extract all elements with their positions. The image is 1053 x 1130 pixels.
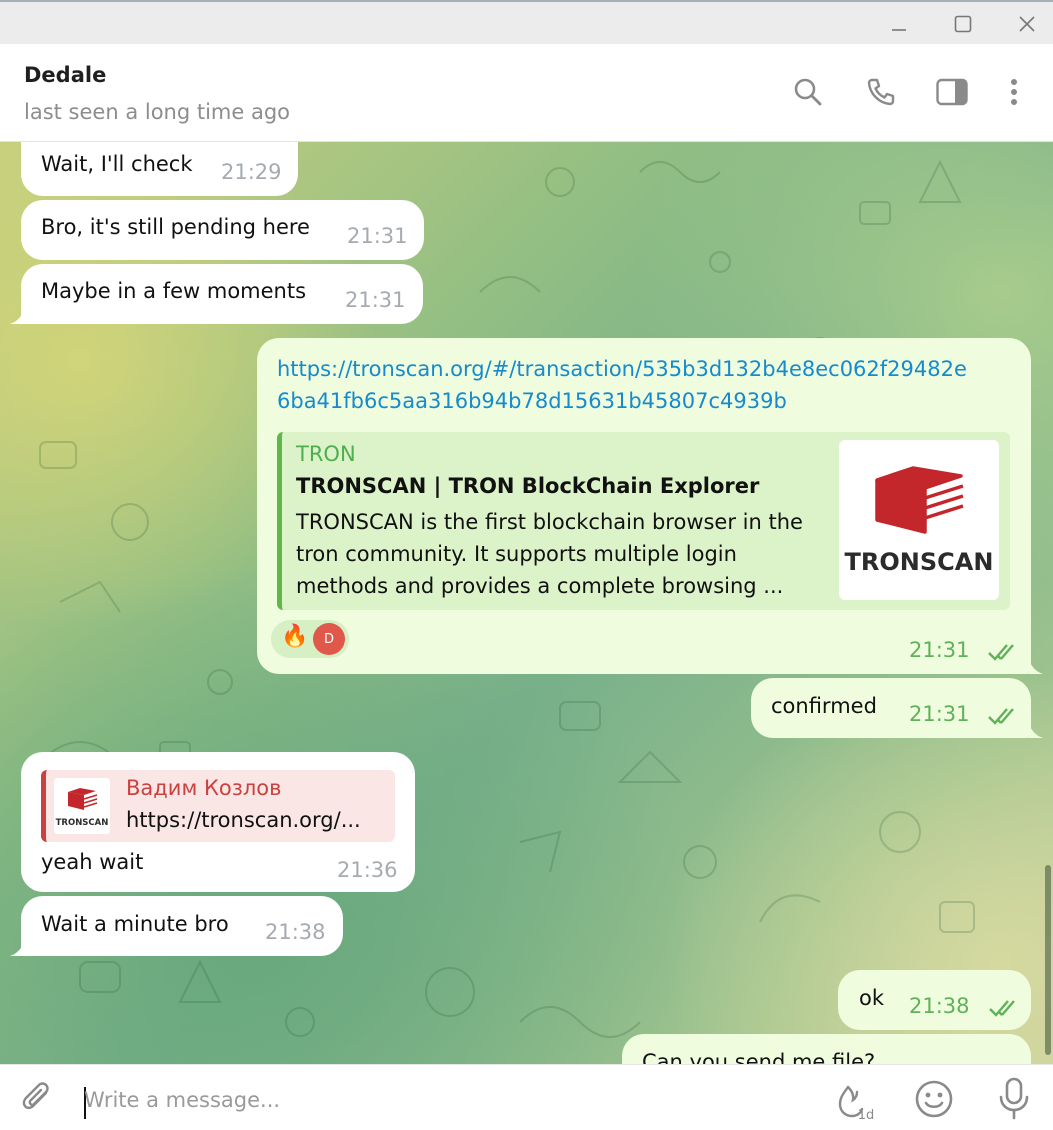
message-input[interactable] bbox=[84, 1083, 784, 1117]
bubble-tail bbox=[1029, 660, 1043, 674]
message-text: confirmed bbox=[771, 694, 877, 718]
link-preview-site: TRON bbox=[296, 442, 356, 466]
message-bubble-incoming[interactable]: Wait a minute bro 21:38 bbox=[21, 896, 343, 956]
message-text: Bro, it's still pending here bbox=[41, 215, 310, 239]
link-preview-card[interactable]: TRON TRONSCAN | TRON BlockChain Explorer… bbox=[277, 432, 1010, 610]
bubble-tail bbox=[1029, 724, 1043, 738]
message-text: yeah wait bbox=[41, 850, 144, 874]
search-icon[interactable] bbox=[788, 72, 828, 112]
sidebar-icon[interactable] bbox=[932, 72, 972, 112]
tronscan-logo-thumbnail[interactable]: TRONSCAN bbox=[839, 440, 999, 600]
message-bubble-incoming[interactable]: Wait, I'll check 21:29 bbox=[21, 142, 298, 196]
message-bubble-outgoing-link[interactable]: https://tronscan.org/#/transaction/535b3… bbox=[257, 338, 1031, 674]
chat-scrollbar[interactable] bbox=[1045, 865, 1051, 1055]
close-icon[interactable] bbox=[1012, 10, 1042, 38]
tronscan-logo-icon: TRONSCAN bbox=[845, 466, 994, 576]
message-time: 21:31 bbox=[909, 638, 970, 662]
chat-title[interactable]: Dedale bbox=[24, 63, 106, 87]
bubble-tail bbox=[10, 310, 24, 324]
message-time: 21:31 bbox=[347, 224, 408, 248]
chat-messages-area[interactable]: Wait, I'll check 21:29 Bro, it's still p… bbox=[0, 142, 1053, 1064]
message-time: 21:31 bbox=[345, 288, 406, 312]
reply-text: https://tronscan.org/... bbox=[126, 808, 361, 832]
bubble-tail bbox=[10, 942, 24, 956]
message-text: Wait, I'll check bbox=[41, 152, 193, 176]
link-preview-description: TRONSCAN is the first blockchain browser… bbox=[296, 510, 803, 598]
fire-reaction-icon[interactable]: 🔥 bbox=[281, 624, 308, 649]
phone-icon[interactable] bbox=[861, 72, 901, 112]
link-preview-title: TRONSCAN | TRON BlockChain Explorer bbox=[296, 474, 760, 498]
chat-header: Dedale last seen a long time ago bbox=[0, 44, 1053, 142]
message-text: ok bbox=[859, 986, 885, 1010]
reactor-avatar: D bbox=[313, 623, 345, 655]
more-vertical-icon[interactable] bbox=[994, 72, 1034, 112]
message-text: Wait a minute bro bbox=[41, 912, 229, 936]
timer-label: 1d bbox=[858, 1108, 875, 1123]
message-bubble-outgoing[interactable]: confirmed 21:31 bbox=[751, 678, 1031, 738]
tronscan-logo-icon: TRONSCAN bbox=[56, 788, 109, 828]
message-time: 21:36 bbox=[337, 858, 398, 882]
reply-author: Вадим Козлов bbox=[126, 776, 282, 800]
reply-thumbnail: TRONSCAN bbox=[54, 778, 110, 834]
emoji-icon[interactable] bbox=[910, 1075, 958, 1123]
message-link[interactable]: https://tronscan.org/#/transaction/535b3… bbox=[277, 353, 967, 417]
message-reactions[interactable]: 🔥 D bbox=[271, 620, 349, 658]
message-bubble-outgoing[interactable]: Can you send me file? bbox=[622, 1034, 1031, 1064]
message-bubble-incoming[interactable]: Maybe in a few moments 21:31 bbox=[21, 264, 423, 324]
microphone-icon[interactable] bbox=[990, 1075, 1038, 1123]
message-bubble-outgoing[interactable]: ok 21:38 bbox=[838, 970, 1031, 1030]
message-bubble-incoming-reply[interactable]: TRONSCAN Вадим Козлов https://tronscan.o… bbox=[21, 752, 415, 892]
tronscan-logo-text: TRONSCAN bbox=[845, 548, 994, 576]
message-time: 21:31 bbox=[909, 702, 970, 726]
minimize-icon[interactable] bbox=[884, 10, 914, 38]
maximize-icon[interactable] bbox=[948, 10, 978, 38]
message-time: 21:38 bbox=[265, 920, 326, 944]
message-time: 21:38 bbox=[909, 994, 970, 1018]
window-titlebar bbox=[0, 0, 1053, 44]
read-check-icon bbox=[989, 1000, 1015, 1017]
reply-quote[interactable]: TRONSCAN Вадим Козлов https://tronscan.o… bbox=[41, 770, 395, 842]
message-bubble-incoming[interactable]: Bro, it's still pending here 21:31 bbox=[21, 200, 424, 260]
message-text: Maybe in a few moments bbox=[41, 279, 307, 303]
message-time: 21:29 bbox=[221, 160, 282, 184]
chat-status: last seen a long time ago bbox=[24, 100, 291, 124]
self-destruct-timer-icon[interactable]: 1d bbox=[830, 1075, 878, 1123]
attach-icon[interactable] bbox=[14, 1075, 62, 1123]
read-check-icon bbox=[988, 644, 1014, 661]
message-composer: 1d bbox=[0, 1064, 1053, 1130]
message-text: Can you send me file? bbox=[642, 1050, 876, 1064]
read-check-icon bbox=[988, 708, 1014, 725]
svg-text:TRONSCAN: TRONSCAN bbox=[56, 818, 109, 828]
